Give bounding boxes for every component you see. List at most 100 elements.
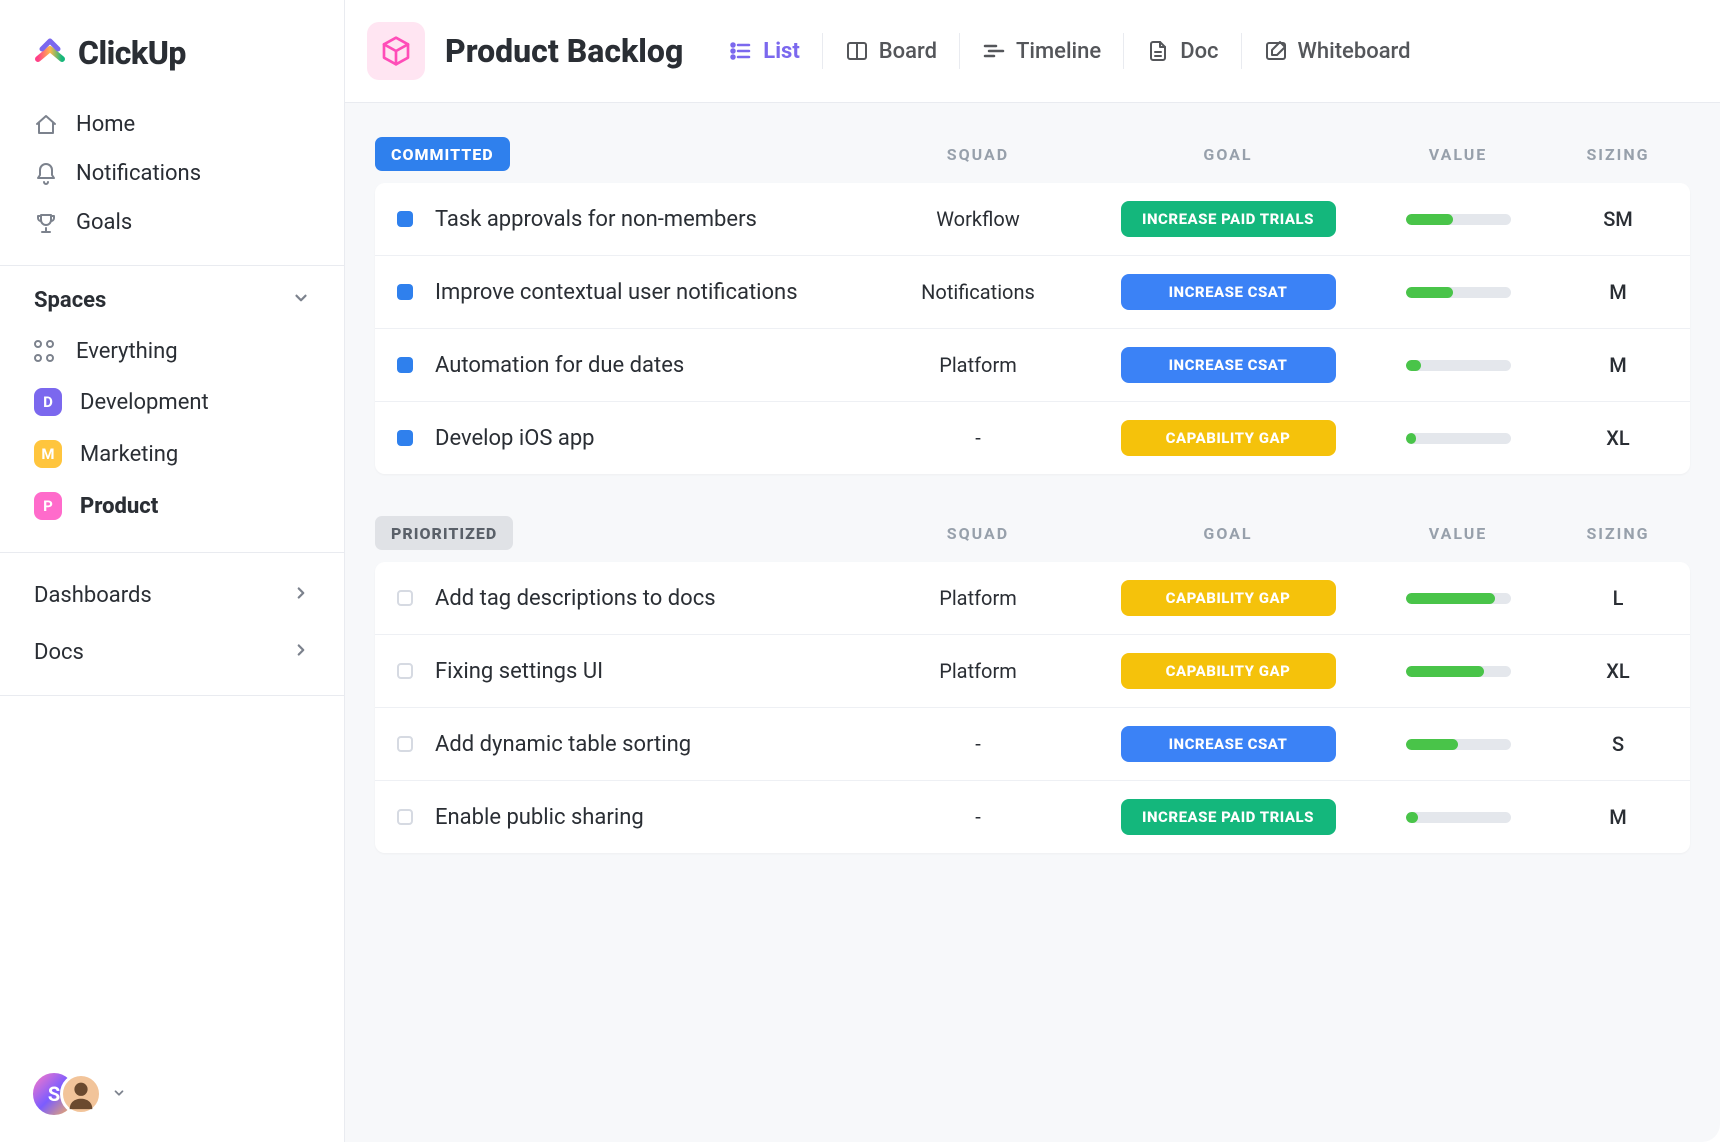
- status-square-icon[interactable]: [397, 736, 413, 752]
- column-header-sizing: SIZING: [1558, 145, 1678, 164]
- sidebar-item-home[interactable]: Home: [16, 100, 328, 149]
- value-bar[interactable]: [1406, 433, 1511, 444]
- divider: [822, 33, 823, 69]
- task-name: Add tag descriptions to docs: [435, 586, 716, 611]
- column-header-goal: GOAL: [1098, 524, 1358, 543]
- divider: [959, 33, 960, 69]
- value-fill: [1406, 214, 1453, 225]
- value-cell: [1368, 433, 1548, 444]
- sidebar: ClickUp HomeNotifications Goals Spaces Ev…: [0, 0, 345, 1142]
- view-tab-label: Whiteboard: [1298, 39, 1411, 64]
- status-square-icon[interactable]: [397, 590, 413, 606]
- space-label: Product: [80, 494, 158, 519]
- value-bar[interactable]: [1406, 739, 1511, 750]
- goal-pill[interactable]: CAPABILITY GAP: [1121, 653, 1336, 689]
- topbar: Product Backlog ListBoardTimelineDocWhit…: [345, 0, 1720, 103]
- value-bar[interactable]: [1406, 360, 1511, 371]
- secondary-label: Dashboards: [34, 583, 152, 608]
- whiteboard-icon: [1264, 39, 1288, 63]
- view-tab-label: Doc: [1180, 39, 1218, 64]
- value-cell: [1368, 214, 1548, 225]
- avatar-stack: S: [30, 1070, 102, 1118]
- status-square-icon[interactable]: [397, 357, 413, 373]
- nav-label: Goals: [76, 210, 132, 235]
- value-bar[interactable]: [1406, 812, 1511, 823]
- sizing-cell: S: [1558, 732, 1678, 756]
- status-square-icon[interactable]: [397, 211, 413, 227]
- sidebar-nav: HomeNotifications Goals: [0, 96, 344, 257]
- view-tab-board[interactable]: Board: [845, 39, 937, 64]
- task-row[interactable]: Fixing settings UIPlatformCAPABILITY GAP…: [375, 635, 1690, 708]
- board-icon: [845, 39, 869, 63]
- column-header-goal: GOAL: [1098, 145, 1358, 164]
- squad-cell: -: [868, 426, 1088, 450]
- list-icon: [729, 39, 753, 63]
- status-square-icon[interactable]: [397, 663, 413, 679]
- task-row[interactable]: Improve contextual user notificationsNot…: [375, 256, 1690, 329]
- task-row[interactable]: Develop iOS app-CAPABILITY GAPXL: [375, 402, 1690, 474]
- value-cell: [1368, 739, 1548, 750]
- trophy-icon: [34, 211, 58, 235]
- group-header: PRIORITIZEDSQUADGOALVALUESIZING: [375, 516, 1690, 562]
- task-row[interactable]: Enable public sharing - INCREASE PAID TRIA…: [375, 781, 1690, 853]
- group-label[interactable]: COMMITTED: [375, 137, 510, 171]
- view-tab-timeline[interactable]: Timeline: [982, 39, 1101, 64]
- space-product[interactable]: P Product: [16, 480, 328, 532]
- avatar-photo: [60, 1073, 102, 1115]
- group-label[interactable]: PRIORITIZED: [375, 516, 513, 550]
- value-bar[interactable]: [1406, 214, 1511, 225]
- goal-pill[interactable]: INCREASE PAID TRIALS: [1121, 799, 1336, 835]
- value-bar[interactable]: [1406, 666, 1511, 677]
- space-marketing[interactable]: MMarketing: [16, 428, 328, 480]
- task-row[interactable]: Add tag descriptions to docsPlatformCAPA…: [375, 562, 1690, 635]
- content: COMMITTEDSQUADGOALVALUESIZINGTask approv…: [345, 103, 1720, 1142]
- goal-pill[interactable]: CAPABILITY GAP: [1121, 580, 1336, 616]
- sizing-cell: SM: [1558, 207, 1678, 231]
- task-name: Fixing settings UI: [435, 659, 603, 684]
- sidebar-item-goals[interactable]: Goals: [16, 198, 328, 247]
- column-header-value: VALUE: [1368, 145, 1548, 164]
- goal-pill[interactable]: INCREASE CSAT: [1121, 274, 1336, 310]
- goal-pill[interactable]: CAPABILITY GAP: [1121, 420, 1336, 456]
- task-row[interactable]: Automation for due datesPlatformINCREASE…: [375, 329, 1690, 402]
- sizing-cell: M: [1558, 805, 1678, 829]
- view-tab-list[interactable]: List: [729, 39, 799, 64]
- task-name: Enable public sharing: [435, 805, 644, 830]
- task-row[interactable]: Add dynamic table sorting-INCREASE CSATS: [375, 708, 1690, 781]
- sidebar-item-docs[interactable]: Docs: [16, 624, 328, 681]
- sizing-cell: XL: [1558, 659, 1678, 683]
- space-development[interactable]: DDevelopment: [16, 376, 328, 428]
- squad-cell: -: [868, 805, 1088, 829]
- goal-pill[interactable]: INCREASE CSAT: [1121, 347, 1336, 383]
- value-bar[interactable]: [1406, 287, 1511, 298]
- squad-cell: Notifications: [868, 280, 1088, 304]
- view-tab-doc[interactable]: Doc: [1146, 39, 1218, 64]
- goal-cell: INCREASE PAID TRIALS: [1098, 201, 1358, 237]
- status-square-icon[interactable]: [397, 809, 413, 825]
- sidebar-item-notifications[interactable]: Notifications: [16, 149, 328, 198]
- goal-cell: CAPABILITY GAP: [1098, 580, 1358, 616]
- logo[interactable]: ClickUp: [0, 0, 344, 96]
- sidebar-item-dashboards[interactable]: Dashboards: [16, 567, 328, 624]
- value-fill: [1406, 812, 1419, 823]
- space-badge: P: [34, 492, 62, 520]
- page-cube-icon: [367, 22, 425, 80]
- squad-cell: -: [868, 732, 1088, 756]
- status-square-icon[interactable]: [397, 430, 413, 446]
- value-fill: [1406, 287, 1453, 298]
- space-everything[interactable]: Everything: [16, 327, 328, 376]
- spaces-header[interactable]: Spaces: [0, 274, 344, 321]
- sizing-cell: XL: [1558, 426, 1678, 450]
- goal-pill[interactable]: INCREASE PAID TRIALS: [1121, 201, 1336, 237]
- goal-pill[interactable]: INCREASE CSAT: [1121, 726, 1336, 762]
- view-tab-whiteboard[interactable]: Whiteboard: [1264, 39, 1411, 64]
- value-bar[interactable]: [1406, 593, 1511, 604]
- view-tabs: List Board Timeline Doc Whiteboard: [729, 33, 1410, 69]
- status-square-icon[interactable]: [397, 284, 413, 300]
- divider: [1123, 33, 1124, 69]
- value-cell: [1368, 360, 1548, 371]
- home-icon: [34, 113, 58, 137]
- user-menu[interactable]: S: [0, 1046, 344, 1142]
- task-row[interactable]: Task approvals for non-membersWorkflowIN…: [375, 183, 1690, 256]
- column-header-sizing: SIZING: [1558, 524, 1678, 543]
